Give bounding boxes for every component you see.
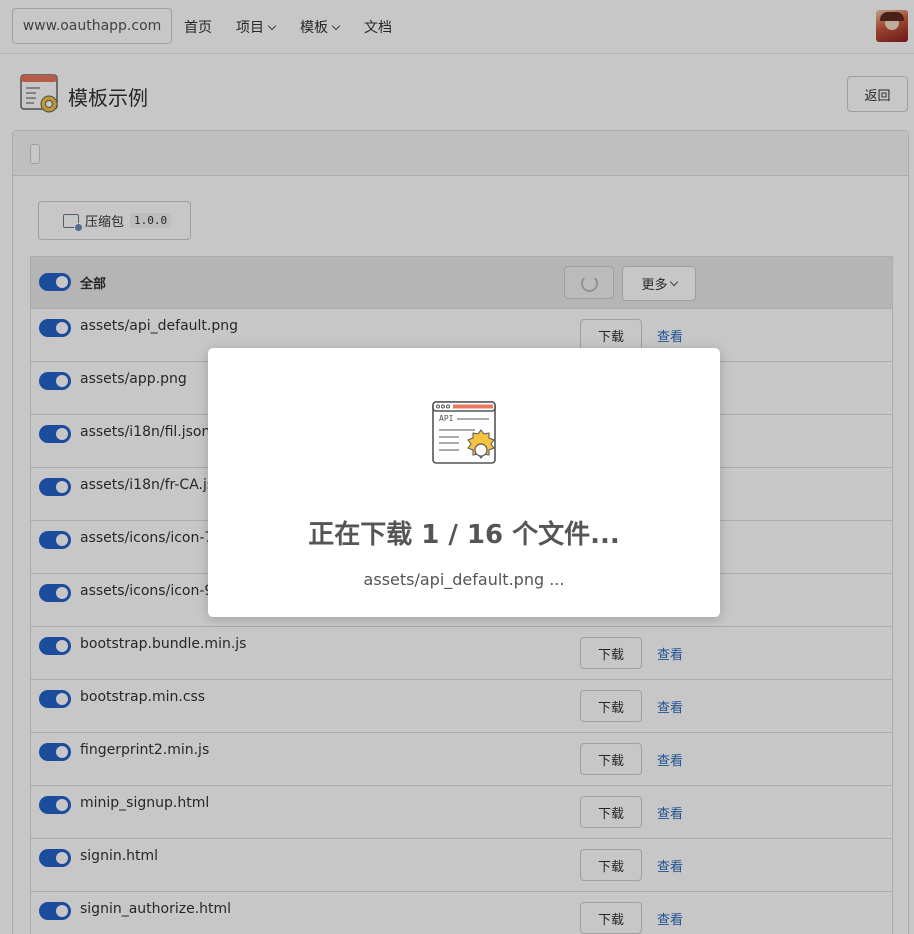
download-progress-modal: API 正在下载 1 / 16 个文件... assets/api_defaul… (208, 348, 720, 617)
modal-title: 正在下载 1 / 16 个文件... (308, 520, 620, 550)
modal-current-file: assets/api_default.png ... (363, 570, 565, 589)
svg-text:API: API (439, 414, 454, 423)
api-template-icon: API (432, 401, 496, 464)
